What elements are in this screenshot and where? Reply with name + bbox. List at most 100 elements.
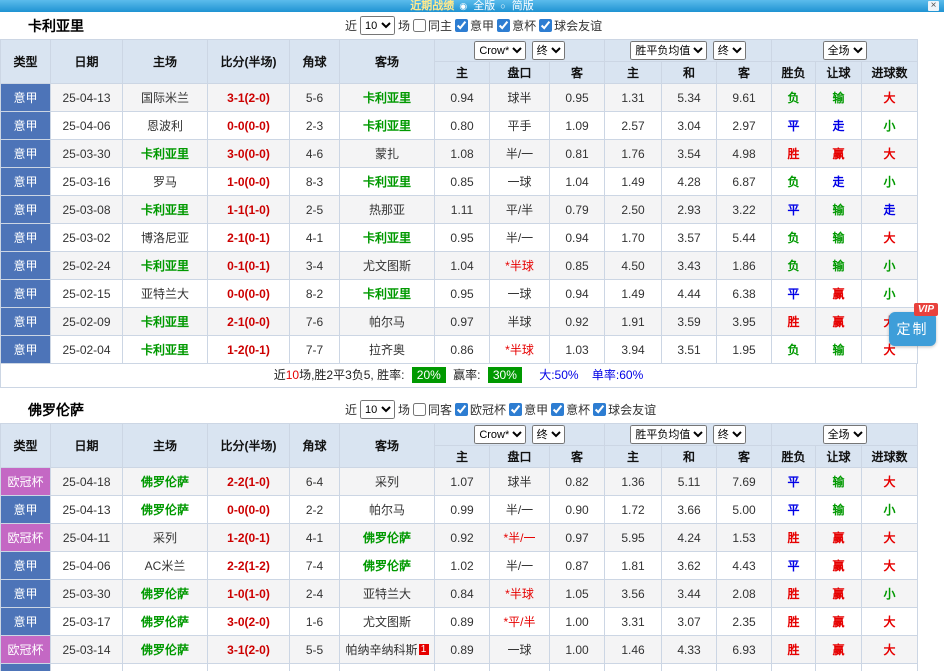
home-team[interactable]: 佛罗伦萨 (123, 468, 208, 496)
result-handicap: 赢 (816, 524, 862, 552)
filter-checkbox[interactable]: 球会友谊 (539, 17, 602, 34)
euro-away-odds: 9.61 (717, 84, 772, 112)
filter-checkbox[interactable]: 意甲 (455, 17, 494, 34)
filter-checkbox[interactable]: 同客 (413, 401, 452, 418)
checkbox-input[interactable] (551, 403, 564, 416)
checkbox-input[interactable] (593, 403, 606, 416)
filter-checkbox[interactable]: 意杯 (551, 401, 590, 418)
home-team[interactable]: 罗马 (123, 168, 208, 196)
home-team[interactable]: 卡利亚里 (123, 308, 208, 336)
scope-select[interactable]: 全场 (823, 41, 867, 60)
filter-checkbox[interactable]: 意杯 (497, 17, 536, 34)
view-simple-option[interactable]: 简版 (512, 0, 534, 12)
customize-button[interactable]: 定制 (889, 312, 936, 346)
corner-count: 6-4 (290, 468, 340, 496)
match-row: 意甲25-02-09卡利亚里2-1(0-0)7-6帕尔马0.97半球0.921.… (1, 308, 918, 336)
away-team[interactable]: 卡利亚里 (340, 280, 435, 308)
away-team[interactable]: 卡利亚里 (340, 112, 435, 140)
checkbox-input[interactable] (455, 19, 468, 32)
result-wdl: 负 (772, 224, 816, 252)
home-team[interactable]: 佛罗伦萨 (123, 580, 208, 608)
filter-checkbox[interactable]: 欧冠杯 (455, 401, 506, 418)
odds-provider-select[interactable]: Crow* (474, 41, 526, 60)
home-team[interactable]: 佛罗伦萨 (123, 636, 208, 664)
home-team[interactable]: 卡利亚里 (123, 196, 208, 224)
filter-bar: 近 10 场 同客欧冠杯意甲意杯球会友谊 (345, 396, 659, 423)
recent-count-select[interactable]: 10 (360, 16, 395, 35)
asian-odds-header: Crow* 终 (435, 424, 605, 446)
home-team[interactable]: 采列 (123, 524, 208, 552)
away-team[interactable]: 卡利亚里 (340, 224, 435, 252)
checkbox-input[interactable] (509, 403, 522, 416)
filter-checkbox[interactable]: 意甲 (509, 401, 548, 418)
home-team[interactable]: 佛罗伦萨 (123, 608, 208, 636)
radio-on-icon[interactable]: ◉ (459, 1, 467, 11)
league-badge: 欧冠杯 (1, 636, 51, 664)
odds-provider-select[interactable]: Crow* (474, 425, 526, 444)
league-badge: 意甲 (1, 496, 51, 524)
home-team[interactable]: 佛罗伦萨 (123, 496, 208, 524)
corner-count: 1-6 (290, 608, 340, 636)
odds-final-select[interactable]: 终 (532, 41, 565, 60)
radio-off-icon[interactable]: ○ (500, 1, 505, 11)
europe-final-select[interactable]: 终 (713, 41, 746, 60)
away-team[interactable]: 蒙扎 (340, 140, 435, 168)
asian-home-odds: 0.84 (435, 580, 490, 608)
recent-count-select[interactable]: 10 (360, 400, 395, 419)
away-team[interactable]: 卡利亚里 (340, 168, 435, 196)
corner-count: 2-3 (290, 112, 340, 140)
away-team[interactable]: 尤文图斯 (340, 252, 435, 280)
checkbox-input[interactable] (497, 19, 510, 32)
euro-away-odds: 6.42 (717, 664, 772, 671)
result-handicap: 赢 (816, 580, 862, 608)
away-team[interactable]: 尤文图斯 (340, 608, 435, 636)
view-full-option[interactable]: 全版 (473, 0, 495, 12)
match-row: 欧冠杯25-04-18佛罗伦萨2-2(1-0)6-4采列1.07球半0.821.… (1, 468, 918, 496)
asian-home-odds: 0.85 (435, 168, 490, 196)
away-team[interactable]: 拉齐奥 (340, 336, 435, 364)
result-goals: 大 (862, 468, 918, 496)
home-team[interactable]: 卡利亚里 (123, 252, 208, 280)
away-team[interactable]: 热那亚 (340, 196, 435, 224)
scope-select[interactable]: 全场 (823, 425, 867, 444)
home-team[interactable]: 那不勒斯 (123, 664, 208, 671)
close-icon[interactable]: × (928, 1, 939, 11)
away-team[interactable]: 佛罗伦萨 (340, 524, 435, 552)
home-team[interactable]: 卡利亚里 (123, 336, 208, 364)
away-team[interactable]: 卡利亚里 (340, 84, 435, 112)
euro-away-odds: 3.95 (717, 308, 772, 336)
away-team[interactable]: 帕尔马 (340, 496, 435, 524)
checkbox-input[interactable] (539, 19, 552, 32)
away-team[interactable]: 佛罗伦萨 (340, 664, 435, 671)
result-goals: 大 (862, 552, 918, 580)
result-wdl: 负 (772, 84, 816, 112)
asian-away-odds: 0.90 (550, 496, 605, 524)
checkbox-input[interactable] (413, 403, 426, 416)
odds-final-select[interactable]: 终 (532, 425, 565, 444)
away-team[interactable]: 佛罗伦萨 (340, 552, 435, 580)
euro-away-odds: 1.53 (717, 524, 772, 552)
asian-handicap: *半球 (490, 336, 550, 364)
result-wdl: 平 (772, 468, 816, 496)
away-team[interactable]: 亚特兰大 (340, 580, 435, 608)
home-team[interactable]: 亚特兰大 (123, 280, 208, 308)
away-team[interactable]: 帕尔马 (340, 308, 435, 336)
checkbox-input[interactable] (413, 19, 426, 32)
home-team[interactable]: 博洛尼亚 (123, 224, 208, 252)
checkbox-input[interactable] (455, 403, 468, 416)
filter-checkbox[interactable]: 同主 (413, 17, 452, 34)
home-team[interactable]: 恩波利 (123, 112, 208, 140)
result-goals: 大 (862, 664, 918, 671)
home-team[interactable]: 国际米兰 (123, 84, 208, 112)
home-team[interactable]: 卡利亚里 (123, 140, 208, 168)
euro-draw-odds: 5.34 (662, 84, 717, 112)
filter-checkbox[interactable]: 球会友谊 (593, 401, 656, 418)
europe-avg-select[interactable]: 胜平负均值 (630, 425, 707, 444)
away-team[interactable]: 帕纳辛纳科斯1 (340, 636, 435, 664)
result-wdl: 胜 (772, 608, 816, 636)
europe-avg-select[interactable]: 胜平负均值 (630, 41, 707, 60)
away-team[interactable]: 采列 (340, 468, 435, 496)
home-team[interactable]: AC米兰 (123, 552, 208, 580)
col-corner: 角球 (290, 40, 340, 84)
europe-final-select[interactable]: 终 (713, 425, 746, 444)
